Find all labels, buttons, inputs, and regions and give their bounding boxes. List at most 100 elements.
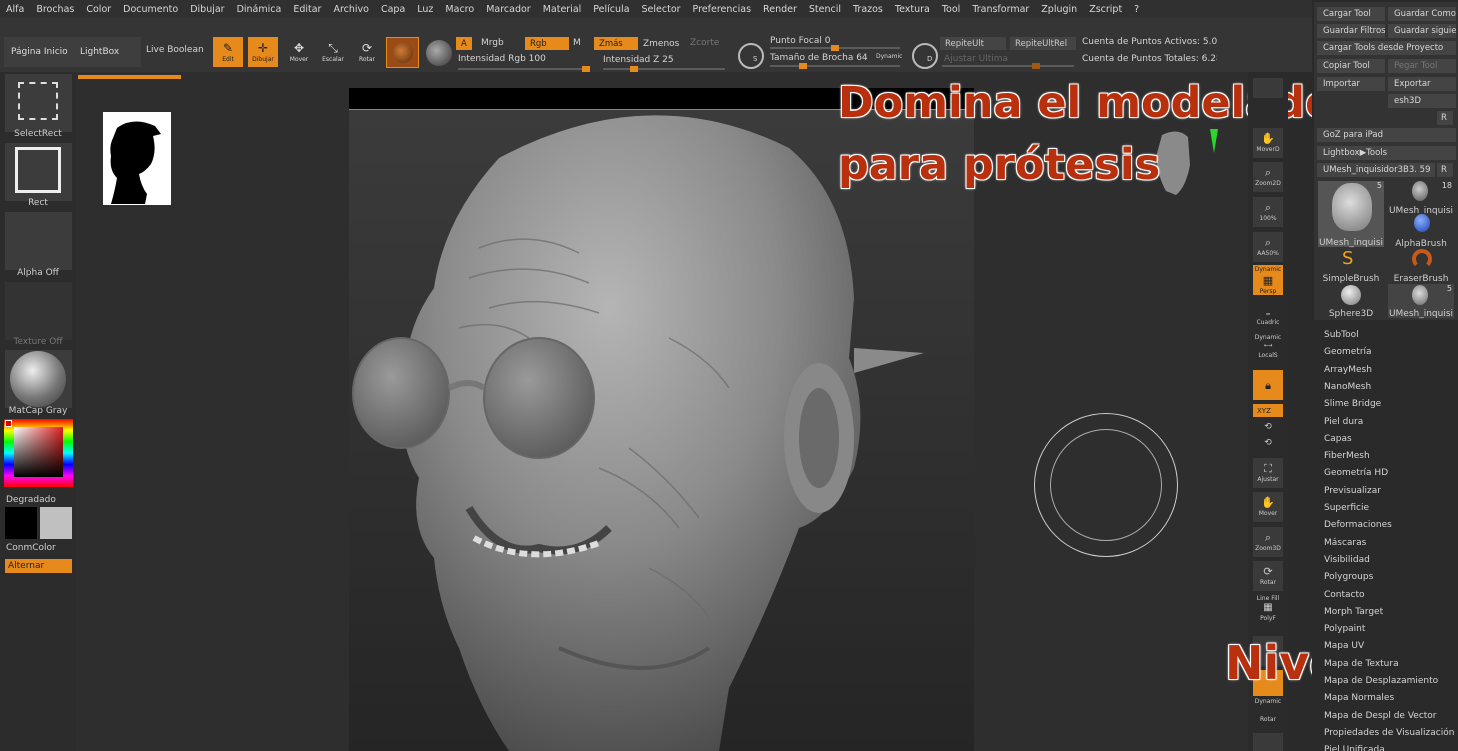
a-toggle[interactable]: A (456, 37, 472, 50)
focal-shift-icon[interactable] (738, 43, 764, 69)
goz-ipad-button[interactable]: GoZ para iPad (1317, 128, 1456, 142)
rgb-toggle[interactable]: Rgb (525, 37, 569, 50)
alpha-selector[interactable] (5, 212, 72, 270)
secondary-color-swatch[interactable] (40, 507, 72, 539)
menu-item[interactable]: Película (593, 4, 629, 15)
texture-selector[interactable] (5, 282, 72, 340)
color-picker-field[interactable] (14, 427, 63, 477)
tool-thumb-alphabrush[interactable]: AlphaBrush (1388, 214, 1454, 249)
subpalette-item[interactable]: Polygroups (1324, 572, 1373, 582)
rgb-intensity-slider[interactable] (458, 66, 590, 72)
import-button[interactable]: Importar (1317, 77, 1385, 91)
floor-icon[interactable]: ━ (1248, 311, 1288, 318)
color-picker[interactable] (4, 419, 73, 487)
select-rect-button[interactable] (5, 74, 72, 132)
menu-item[interactable]: Zplugin (1041, 4, 1077, 15)
export-button[interactable]: Exportar (1388, 77, 1456, 91)
subpalette-item[interactable]: Mapa de Desplazamiento (1324, 676, 1438, 686)
zoom-3d-button[interactable]: ⌕ Zoom3D (1253, 527, 1283, 557)
more-shelf-button[interactable] (1253, 733, 1283, 751)
menu-item[interactable]: Textura (895, 4, 930, 15)
m-toggle[interactable]: M (573, 38, 581, 48)
load-from-project-button[interactable]: Cargar Tools desde Proyecto (1317, 41, 1456, 55)
rotate-button[interactable]: ⟳ Rotar (352, 37, 382, 67)
frame-button[interactable]: ⛶ Ajustar (1253, 458, 1283, 488)
tool-thumb-eraserbrush[interactable]: EraserBrush (1388, 249, 1454, 284)
silhouette-thumbnail[interactable] (103, 112, 171, 205)
menu-item[interactable]: Tool (942, 4, 960, 15)
subpalette-item[interactable]: Capas (1324, 434, 1352, 444)
subpalette-item[interactable]: Contacto (1324, 590, 1365, 600)
xyz-toggle[interactable]: XYZ (1253, 404, 1283, 417)
lightbox-tab[interactable]: LightBox (73, 37, 141, 67)
menu-item[interactable]: Macro (445, 4, 474, 15)
matcap-selector[interactable] (5, 350, 72, 408)
zsub-toggle[interactable]: Zmenos (643, 39, 679, 49)
rect-brush-button[interactable] (5, 143, 72, 201)
menu-item[interactable]: Transformar (972, 4, 1029, 15)
edit-button[interactable]: ✎ Edit (213, 37, 243, 67)
live-boolean-button[interactable]: Live Boolean (146, 45, 204, 55)
menu-item[interactable]: ? (1134, 4, 1139, 15)
s-curve-icon[interactable] (426, 40, 452, 66)
subpalette-item[interactable]: Mapa UV (1324, 641, 1364, 651)
move-2d-button[interactable]: ✋ MoverD (1253, 128, 1283, 158)
tool-thumb-umesh-2[interactable]: 18 UMesh_inquisi (1388, 181, 1454, 216)
subpalette-item[interactable]: Mapa de Textura (1324, 659, 1399, 669)
move-button[interactable]: ✥ Mover (284, 37, 314, 67)
z-intensity-slider[interactable] (603, 66, 725, 72)
home-page-tab[interactable]: Página Inicio (4, 37, 75, 67)
switch-color-button[interactable]: ConmColor (6, 543, 56, 553)
antialias-button[interactable]: ⌕ AA50% (1253, 232, 1283, 262)
subpalette-item[interactable]: Deformaciones (1324, 520, 1392, 530)
save-next-button[interactable]: Guardar siguiente (1388, 24, 1456, 38)
subpalette-item[interactable]: Piel Unificada (1324, 745, 1385, 751)
rotate-3d-button[interactable]: ⟳ Rotar (1253, 561, 1283, 591)
menu-item[interactable]: Preferencias (693, 4, 752, 15)
subpalette-item[interactable]: Propiedades de Visualización (1324, 728, 1454, 738)
subpalette-item[interactable]: Mapa Normales (1324, 693, 1394, 703)
subpalette-item[interactable]: Superficie (1324, 503, 1369, 513)
main-color-swatch[interactable] (5, 507, 37, 539)
menu-item[interactable]: Trazos (853, 4, 883, 15)
subpalette-item[interactable]: NanoMesh (1324, 382, 1371, 392)
adjust-last-knob[interactable] (1032, 63, 1040, 69)
menu-item[interactable]: Dinámica (237, 4, 282, 15)
draw-size-icon[interactable] (912, 43, 938, 69)
current-tool-slider[interactable]: UMesh_inquisidor3B3. 59 (1317, 163, 1435, 177)
replay-last-button[interactable]: RepiteUlt (940, 37, 1006, 50)
actual-size-button[interactable]: ⌕ 100% (1253, 197, 1283, 227)
tool-thumb-simplebrush[interactable]: S SimpleBrush (1318, 249, 1384, 285)
subpalette-item[interactable]: Visibilidad (1324, 555, 1370, 565)
load-tool-button[interactable]: Cargar Tool (1317, 7, 1385, 21)
tool-thumb-sphere3d[interactable]: Sphere3D (1318, 284, 1384, 319)
polyframe-icon[interactable]: ▦ (1248, 602, 1288, 613)
local-arrows-icon[interactable]: ⟷ (1248, 342, 1288, 349)
rotate-z-icon[interactable]: ⟲ (1248, 438, 1288, 448)
subpalette-item[interactable]: FiberMesh (1324, 451, 1370, 461)
clone-mesh3d-button[interactable]: esh3D (1388, 94, 1456, 108)
draw-button[interactable]: ✛ Dibujar (248, 37, 278, 67)
adjust-last-slider[interactable] (942, 63, 1074, 69)
dynamic-label[interactable]: Dynamic (876, 53, 902, 60)
subpalette-item[interactable]: Polypaint (1324, 624, 1365, 634)
alternate-button[interactable]: Alternar (5, 559, 72, 573)
zoom-2d-button[interactable]: ⌕ Zoom2D (1253, 162, 1283, 192)
zadd-toggle[interactable]: Zmás (594, 37, 638, 50)
subpalette-item[interactable]: SubTool (1324, 330, 1359, 340)
rotate-y-icon[interactable]: ⟲ (1248, 422, 1288, 432)
menu-item[interactable]: Alfa (6, 4, 24, 15)
subpalette-item[interactable]: Slime Bridge (1324, 399, 1381, 409)
zcut-toggle[interactable]: Zcorte (690, 38, 719, 48)
menu-item[interactable]: Capa (381, 4, 405, 15)
brush-size-slider[interactable] (770, 63, 900, 69)
focal-shift-knob[interactable] (831, 45, 839, 51)
lock-button[interactable]: 🔒︎ (1253, 370, 1283, 400)
replay-last-rel-button[interactable]: RepiteUltRel (1010, 37, 1076, 50)
subpalette-item[interactable]: Piel dura (1324, 417, 1363, 427)
tool-thumb-umesh-3[interactable]: 5 UMesh_inquisi (1388, 284, 1454, 319)
menu-item[interactable]: Selector (642, 4, 681, 15)
menu-item[interactable]: Luz (417, 4, 433, 15)
menu-item[interactable]: Color (86, 4, 111, 15)
menu-item[interactable]: Zscript (1089, 4, 1122, 15)
